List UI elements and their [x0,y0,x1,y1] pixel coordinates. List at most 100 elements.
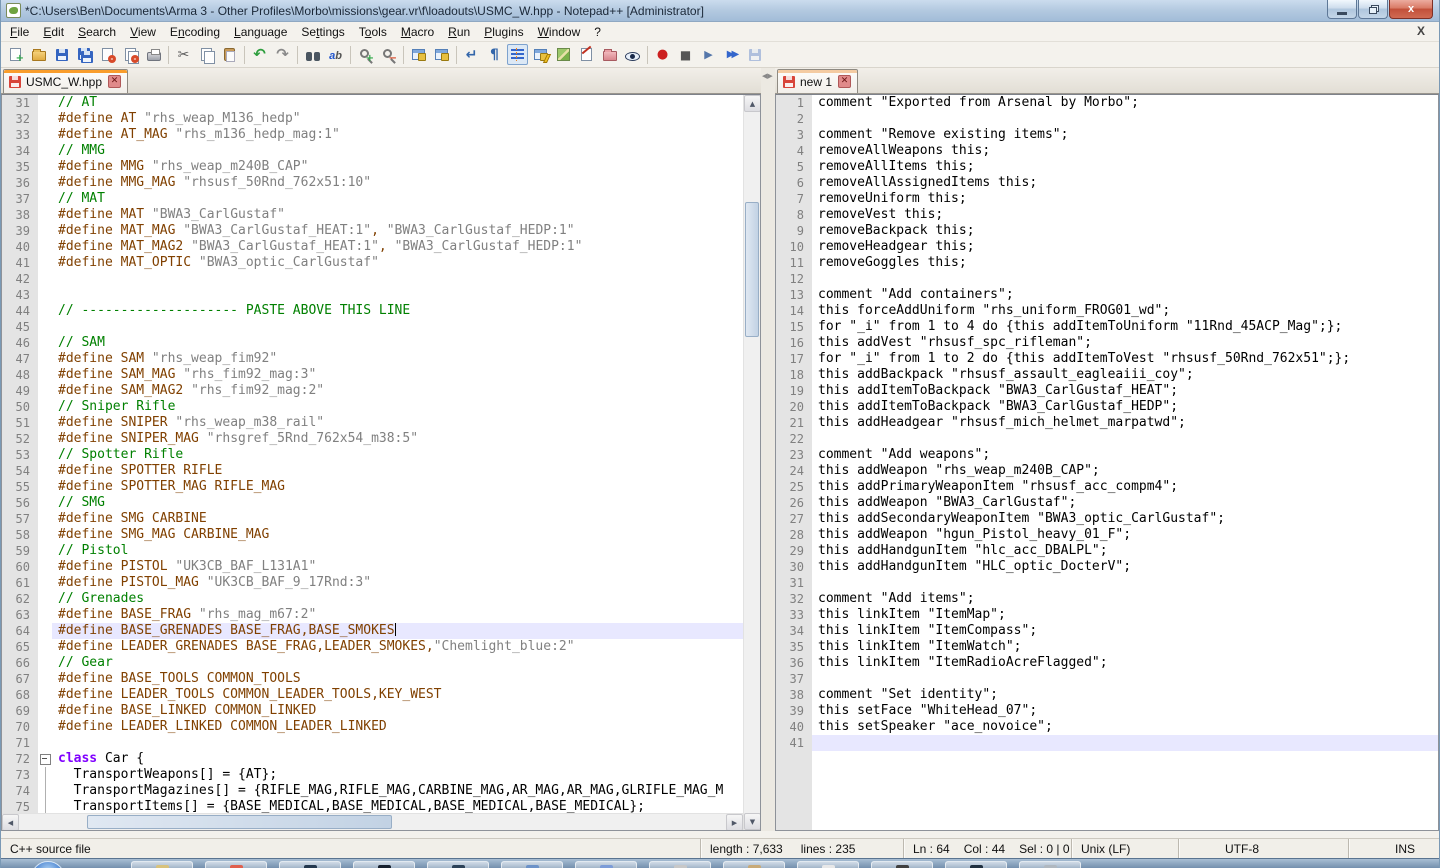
code-line[interactable]: 7removeUniform this; [776,191,1438,207]
code-line[interactable]: 28this addWeapon "hgun_Pistol_heavy_01_F… [776,527,1438,543]
code-line[interactable]: 51#define SNIPER "rhs_weap_m38_rail" [2,415,743,431]
close-document-x[interactable]: X [1413,24,1429,38]
code-line[interactable]: 38comment "Set identity"; [776,687,1438,703]
line-number[interactable]: 31 [776,575,812,591]
line-number[interactable]: 34 [776,623,812,639]
code-line[interactable]: 44// -------------------- PASTE ABOVE TH… [2,303,743,319]
code-line[interactable]: 35#define MMG "rhs_weap_m240B_CAP" [2,159,743,175]
line-number[interactable]: 37 [776,671,812,687]
line-number[interactable]: 40 [2,239,38,255]
line-number[interactable]: 25 [776,479,812,495]
toolbar-folder-as-workspace-icon[interactable] [599,44,620,65]
line-number[interactable]: 33 [776,607,812,623]
code-line[interactable]: 26this addWeapon "BWA3_CarlGustaf"; [776,495,1438,511]
line-number[interactable]: 32 [2,111,38,127]
line-number[interactable]: 47 [2,351,38,367]
code-line[interactable]: 62// Grenades [2,591,743,607]
code-line[interactable]: 52#define SNIPER_MAG "rhsgref_5Rnd_762x5… [2,431,743,447]
line-number[interactable]: 59 [2,543,38,559]
code-line[interactable]: 16this addVest "rhsusf_spc_rifleman"; [776,335,1438,351]
code-line[interactable]: 23comment "Add weapons"; [776,447,1438,463]
taskbar-button[interactable] [945,861,1007,868]
code-line[interactable]: 8removeVest this; [776,207,1438,223]
code-line[interactable]: 45 [2,319,743,335]
toolbar-print-icon[interactable] [143,44,164,65]
line-number[interactable]: 18 [776,367,812,383]
code-line[interactable]: 58#define SMG_MAG CARBINE_MAG [2,527,743,543]
status-encoding[interactable]: UTF-8 [1179,839,1349,858]
toolbar-paste-icon[interactable] [219,44,240,65]
line-number[interactable]: 68 [2,687,38,703]
code-line[interactable]: 47#define SAM "rhs_weap_fim92" [2,351,743,367]
taskbar-button[interactable] [205,861,267,868]
menu-macro[interactable]: Macro [394,23,441,41]
code-line[interactable]: 38#define MAT "BWA3_CarlGustaf" [2,207,743,223]
line-number[interactable]: 62 [2,591,38,607]
line-number[interactable]: 48 [2,367,38,383]
code-line[interactable]: 48#define SAM_MAG "rhs_fim92_mag:3" [2,367,743,383]
line-number[interactable]: 6 [776,175,812,191]
toolbar-show-all-characters-icon[interactable]: ¶ [484,44,505,65]
line-number[interactable]: 60 [2,559,38,575]
line-number[interactable]: 24 [776,463,812,479]
line-number[interactable]: 38 [776,687,812,703]
code-line[interactable]: 66// Gear [2,655,743,671]
hscroll-thumb[interactable] [87,815,392,829]
close-button[interactable]: x [1389,0,1433,19]
code-line[interactable]: 11removeGoggles this; [776,255,1438,271]
code-line[interactable]: 49#define SAM_MAG2 "rhs_fim92_mag:2" [2,383,743,399]
line-number[interactable]: 70 [2,719,38,735]
code-line[interactable]: 68#define LEADER_TOOLS COMMON_LEADER_TOO… [2,687,743,703]
line-number[interactable]: 4 [776,143,812,159]
code-line[interactable]: 24this addWeapon "rhs_weap_m240B_CAP"; [776,463,1438,479]
line-number[interactable]: 7 [776,191,812,207]
toolbar-replace-icon[interactable]: ab [325,44,346,65]
code-line[interactable]: 34this linkItem "ItemCompass"; [776,623,1438,639]
line-number[interactable]: 56 [2,495,38,511]
line-number[interactable]: 69 [2,703,38,719]
line-number[interactable]: 46 [2,335,38,351]
line-number[interactable]: 40 [776,719,812,735]
left-vertical-scrollbar[interactable]: ▲ ▼ [743,95,760,830]
line-number[interactable]: 2 [776,111,812,127]
status-insert-mode[interactable]: INS [1349,839,1439,858]
code-line[interactable]: 37// MAT [2,191,743,207]
code-line[interactable]: 53// Spotter Rifle [2,447,743,463]
line-number[interactable]: 72 [2,751,38,767]
line-number[interactable]: 53 [2,447,38,463]
line-number[interactable]: 15 [776,319,812,335]
line-number[interactable]: 1 [776,95,812,111]
code-line[interactable]: 41#define MAT_OPTIC "BWA3_optic_CarlGust… [2,255,743,271]
line-number[interactable]: 5 [776,159,812,175]
taskbar-button[interactable] [723,861,785,868]
code-line[interactable]: 60#define PISTOL "UK3CB_BAF_L131A1" [2,559,743,575]
line-number[interactable]: 9 [776,223,812,239]
line-number[interactable]: 12 [776,271,812,287]
line-number[interactable]: 38 [2,207,38,223]
restore-button[interactable] [1358,0,1388,19]
code-line[interactable]: 25this addPrimaryWeaponItem "rhsusf_acc_… [776,479,1438,495]
code-line[interactable]: 12 [776,271,1438,287]
taskbar-button[interactable] [427,861,489,868]
line-number[interactable]: 33 [2,127,38,143]
code-line[interactable]: 54#define SPOTTER RIFLE [2,463,743,479]
menu-encoding[interactable]: Encoding [163,23,227,41]
code-line[interactable]: 64#define BASE_GRENADES BASE_FRAG,BASE_S… [2,623,743,639]
taskbar-button[interactable] [575,861,637,868]
line-number[interactable]: 8 [776,207,812,223]
code-line[interactable]: 67#define BASE_TOOLS COMMON_TOOLS [2,671,743,687]
scroll-right-icon[interactable]: ▶ [726,814,743,830]
line-number[interactable]: 20 [776,399,812,415]
toolbar-new-file-icon[interactable]: + [5,44,26,65]
code-line[interactable]: 3comment "Remove existing items"; [776,127,1438,143]
code-line[interactable]: 15for "_i" from 1 to 4 do {this addItemT… [776,319,1438,335]
scroll-left-icon[interactable]: ◀ [2,814,19,830]
toolbar-macro-run-multiple-icon[interactable]: ▶▶ [721,44,742,65]
toolbar-macro-stop-icon[interactable]: ■ [675,44,696,65]
line-number[interactable]: 35 [2,159,38,175]
line-number[interactable]: 26 [776,495,812,511]
tab-close-icon[interactable]: ✕ [108,75,121,88]
line-number[interactable]: 19 [776,383,812,399]
code-line[interactable]: 32comment "Add items"; [776,591,1438,607]
menu-language[interactable]: Language [227,23,294,41]
